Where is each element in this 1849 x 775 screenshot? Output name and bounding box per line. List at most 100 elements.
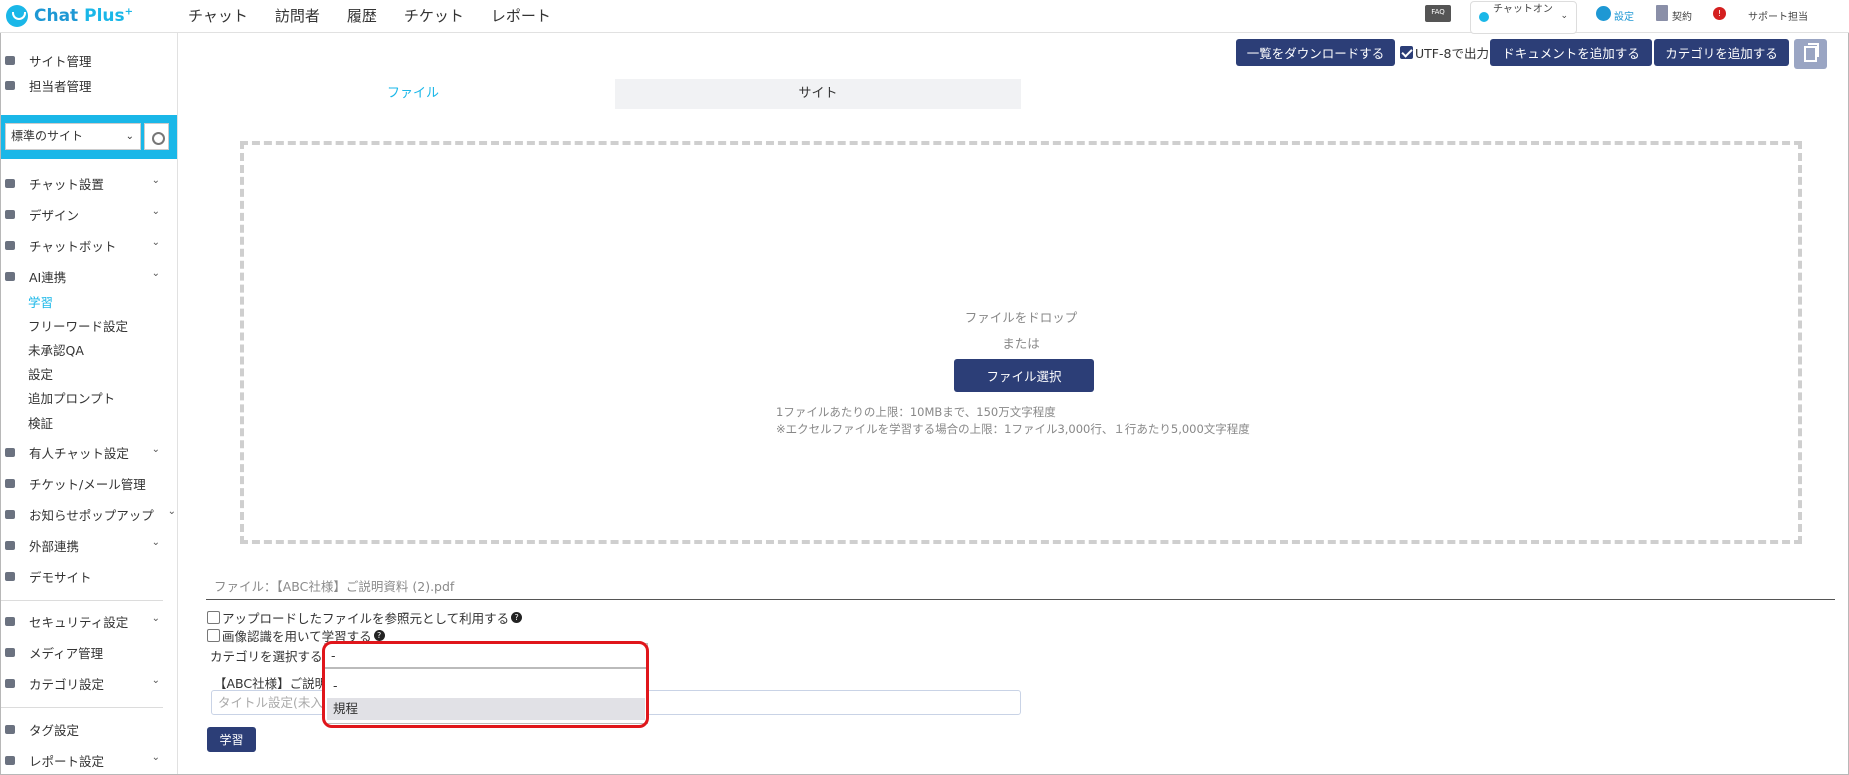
sidebar-sub-unapproved-qa[interactable]: 未承認QA [28, 340, 84, 359]
image-recognition-checkbox[interactable] [207, 629, 220, 642]
chevron-down-icon: ⌄ [151, 613, 160, 624]
chatbot-icon [5, 240, 15, 250]
sidebar-sub-freeword[interactable]: フリーワード設定 [28, 316, 128, 335]
highlight-annotation [322, 641, 649, 728]
logo-text: Chat Plus+ [34, 6, 134, 26]
users-icon [5, 80, 15, 90]
ticket-icon [5, 478, 15, 488]
drop-or: または [1002, 336, 1040, 351]
sidebar-item-media[interactable]: メディア管理 [1, 641, 178, 663]
selected-filename: ファイル：【ABC社様】ご説明資料 (2).pdf [214, 579, 455, 594]
chat-status-label: チャットオン [1493, 4, 1553, 15]
sidebar-item-staff-management[interactable]: 担当者管理 [1, 74, 178, 96]
divider [206, 599, 1835, 600]
option-reference: アップロードしたファイルを参照元として利用する ? [207, 608, 523, 627]
sidebar-sub-learning[interactable]: 学習 [28, 292, 53, 311]
drop-title: ファイルをドロップ [964, 310, 1078, 325]
app-logo[interactable]: Chat Plus+ [6, 3, 133, 29]
gear-icon[interactable] [1596, 6, 1611, 21]
sidebar-item-notice-popup[interactable]: お知らせポップアップ ⌄ [1, 503, 178, 525]
image-icon [5, 647, 15, 657]
chevron-down-icon: ⌄ [151, 268, 160, 279]
status-dot-icon [1479, 12, 1489, 22]
chevron-down-icon: ⌄ [151, 175, 160, 186]
sidebar-item-design[interactable]: デザイン ⌄ [1, 203, 178, 225]
nav-visitors[interactable]: 訪問者 [275, 5, 320, 26]
chevron-down-icon: ⌄ [125, 131, 134, 142]
headset-icon [5, 447, 15, 457]
sidebar-item-report[interactable]: レポート設定 ⌄ [1, 749, 178, 771]
sidebar-item-ai[interactable]: AI連携 ⌄ [1, 265, 178, 287]
share-icon [5, 540, 15, 550]
nav-ticket[interactable]: チケット [404, 5, 464, 26]
sidebar-item-external[interactable]: 外部連携 ⌄ [1, 534, 178, 556]
sidebar-item-chatbot[interactable]: チャットボット ⌄ [1, 234, 178, 256]
help-icon[interactable]: ? [373, 630, 385, 641]
sidebar-item-demo-site[interactable]: デモサイト [1, 565, 178, 587]
monitor-icon [5, 571, 15, 581]
help-icon[interactable]: ? [511, 612, 523, 623]
chevron-down-icon: ⌄ [167, 506, 176, 517]
alert-icon[interactable]: ! [1713, 7, 1726, 20]
chevron-down-icon: ⌄ [151, 237, 160, 248]
ai-icon [5, 271, 15, 281]
sidebar-divider [1, 707, 163, 708]
sidebar-sub-prompt[interactable]: 追加プロンプト [28, 388, 115, 407]
site-select[interactable]: 標準のサイト ⌄ [5, 123, 141, 150]
chevron-down-icon: ⌄ [151, 444, 160, 455]
utf8-checkbox[interactable] [1400, 46, 1413, 59]
nav-history[interactable]: 履歴 [347, 5, 377, 26]
download-list-button[interactable]: 一覧をダウンロードする [1236, 39, 1395, 66]
document-icon[interactable] [1656, 5, 1668, 21]
chat-status-select[interactable]: チャットオン ⌄ [1470, 1, 1577, 34]
sidebar-sub-settings[interactable]: 設定 [28, 364, 53, 383]
faq-icon[interactable]: FAQ [1425, 5, 1451, 22]
sidebar-item-site-management[interactable]: サイト管理 [1, 49, 178, 71]
drop-limit-note: 1ファイルあたりの上限：10MBまで、150万文字程度 [776, 405, 1056, 419]
chevron-down-icon: ⌄ [151, 206, 160, 217]
sidebar-item-manned-chat[interactable]: 有人チャット設定 ⌄ [1, 441, 178, 463]
add-document-button[interactable]: ドキュメントを追加する [1490, 39, 1652, 66]
sidebar-item-security[interactable]: セキュリティ設定 ⌄ [1, 610, 178, 632]
utf8-option: UTF-8で出力 [1400, 43, 1489, 62]
tab-file[interactable]: ファイル [215, 79, 611, 109]
sidebar-divider [1, 600, 163, 601]
drop-excel-note: ※エクセルファイルを学習する場合の上限：1ファイル3,000行、１行あたり5,0… [776, 422, 1250, 436]
sidebar-item-tag[interactable]: タグ設定 [1, 718, 178, 740]
sidebar-sub-verify[interactable]: 検証 [28, 413, 53, 432]
top-nav: チャット 訪問者 履歴 チケット レポート [188, 0, 551, 31]
site-settings-button[interactable] [144, 123, 169, 150]
chevron-down-icon: ⌄ [151, 537, 160, 548]
copy-button[interactable] [1794, 39, 1827, 69]
support-user-link[interactable]: サポート担当 [1748, 8, 1808, 23]
site-selector-box: 標準のサイト ⌄ [1, 115, 177, 159]
folder-icon [5, 678, 15, 688]
add-category-button[interactable]: カテゴリを追加する [1654, 39, 1789, 66]
chevron-down-icon: ⌄ [151, 752, 160, 763]
chevron-down-icon: ⌄ [1560, 11, 1568, 21]
file-drop-zone[interactable]: ファイルをドロップ または ファイル選択 1ファイルあたりの上限：10MBまで、… [240, 141, 1802, 544]
sidebar: サイト管理 担当者管理 標準のサイト ⌄ チャット設置 ⌄ デザイン ⌄ チャッ… [1, 33, 178, 774]
sidebar-item-category[interactable]: カテゴリ設定 ⌄ [1, 672, 178, 694]
tab-site[interactable]: サイト [615, 79, 1021, 109]
gear-icon [5, 55, 15, 65]
reference-checkbox[interactable] [207, 611, 220, 624]
palette-icon [5, 209, 15, 219]
chart-icon [5, 755, 15, 765]
chevron-down-icon: ⌄ [151, 675, 160, 686]
top-bar: Chat Plus+ チャット 訪問者 履歴 チケット レポート FAQ チャッ… [0, 0, 1849, 34]
tag-icon [5, 724, 15, 734]
learn-button[interactable]: 学習 [207, 727, 256, 752]
sidebar-item-chat-settings[interactable]: チャット設置 ⌄ [1, 172, 178, 194]
popup-icon [5, 509, 15, 519]
contract-link[interactable]: 契約 [1672, 8, 1692, 23]
nav-report[interactable]: レポート [491, 5, 551, 26]
select-file-button[interactable]: ファイル選択 [954, 359, 1094, 392]
settings-link[interactable]: 設定 [1614, 8, 1634, 23]
tools-icon [5, 178, 15, 188]
sidebar-item-ticket-mail[interactable]: チケット/メール管理 [1, 472, 178, 494]
nav-chat[interactable]: チャット [188, 5, 248, 26]
category-label: カテゴリを選択する [210, 649, 323, 664]
chat-bubble-logo-icon [6, 5, 28, 27]
shield-icon [5, 616, 15, 626]
